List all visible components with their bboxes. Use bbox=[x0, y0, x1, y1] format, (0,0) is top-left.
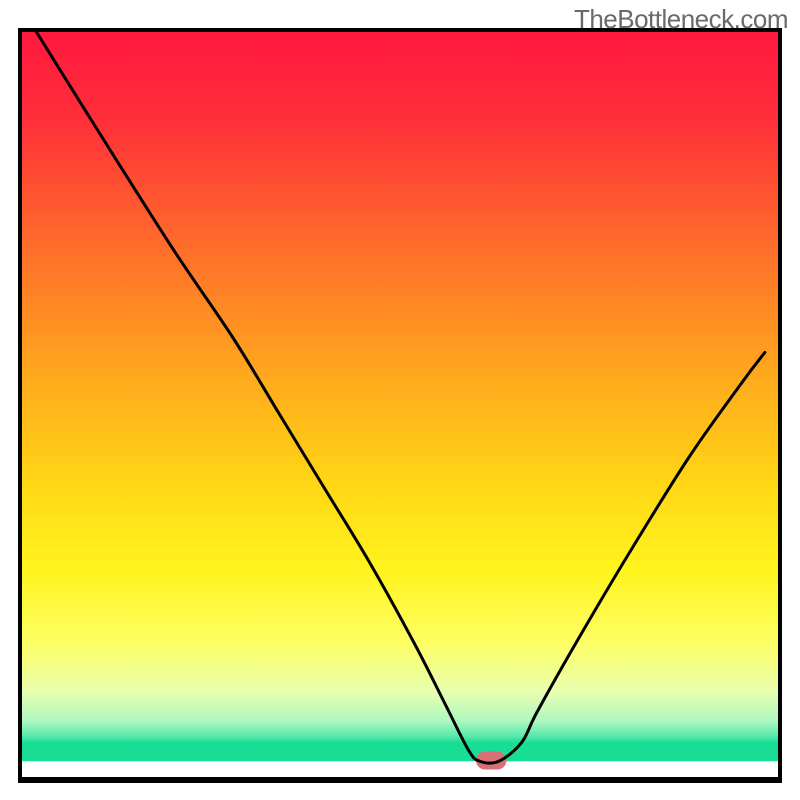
bottleneck-chart: TheBottleneck.com bbox=[0, 0, 800, 800]
chart-svg bbox=[0, 0, 800, 800]
watermark-text: TheBottleneck.com bbox=[574, 4, 788, 35]
gradient-background bbox=[20, 30, 780, 761]
